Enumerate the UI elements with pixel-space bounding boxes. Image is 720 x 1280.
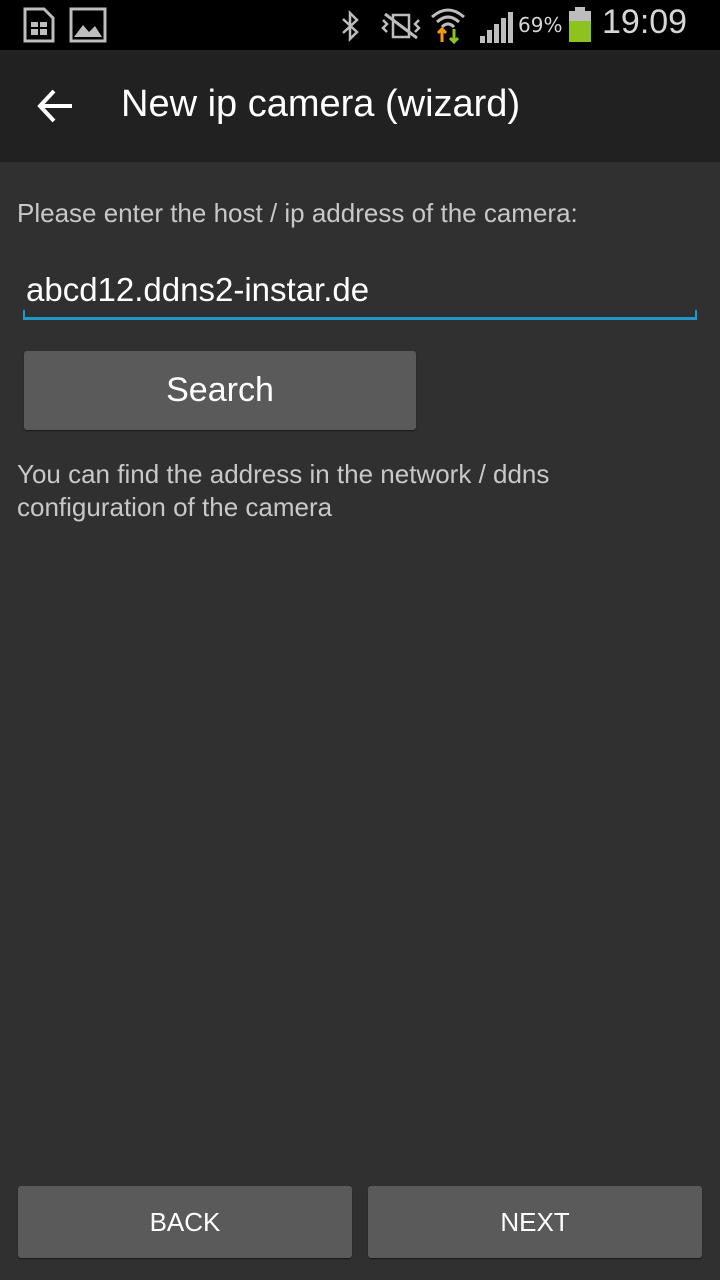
input-underline [23, 317, 697, 320]
signal-icon [480, 12, 513, 43]
host-input-container [23, 262, 697, 320]
input-underline-left-tick [23, 310, 25, 320]
back-button[interactable]: BACK [18, 1186, 352, 1258]
host-input[interactable] [23, 262, 697, 317]
status-bar: 69% 19:09 [0, 0, 720, 50]
wifi-icon [431, 8, 465, 45]
sim-card-icon [23, 7, 55, 43]
page-title: New ip camera (wizard) [121, 83, 521, 125]
vibrate-mute-icon [381, 12, 421, 40]
input-underline-right-tick [695, 310, 697, 320]
clock: 19:09 [602, 3, 688, 41]
bluetooth-icon [342, 10, 359, 42]
back-arrow-icon[interactable] [36, 86, 76, 126]
battery-percent: 69% [518, 13, 563, 37]
host-prompt-label: Please enter the host / ip address of th… [17, 198, 578, 228]
image-icon [69, 7, 107, 43]
search-button[interactable]: Search [24, 351, 416, 430]
battery-icon [569, 7, 591, 42]
next-button[interactable]: NEXT [368, 1186, 702, 1258]
hint-text: You can find the address in the network … [17, 459, 550, 522]
action-bar: New ip camera (wizard) [0, 50, 720, 162]
